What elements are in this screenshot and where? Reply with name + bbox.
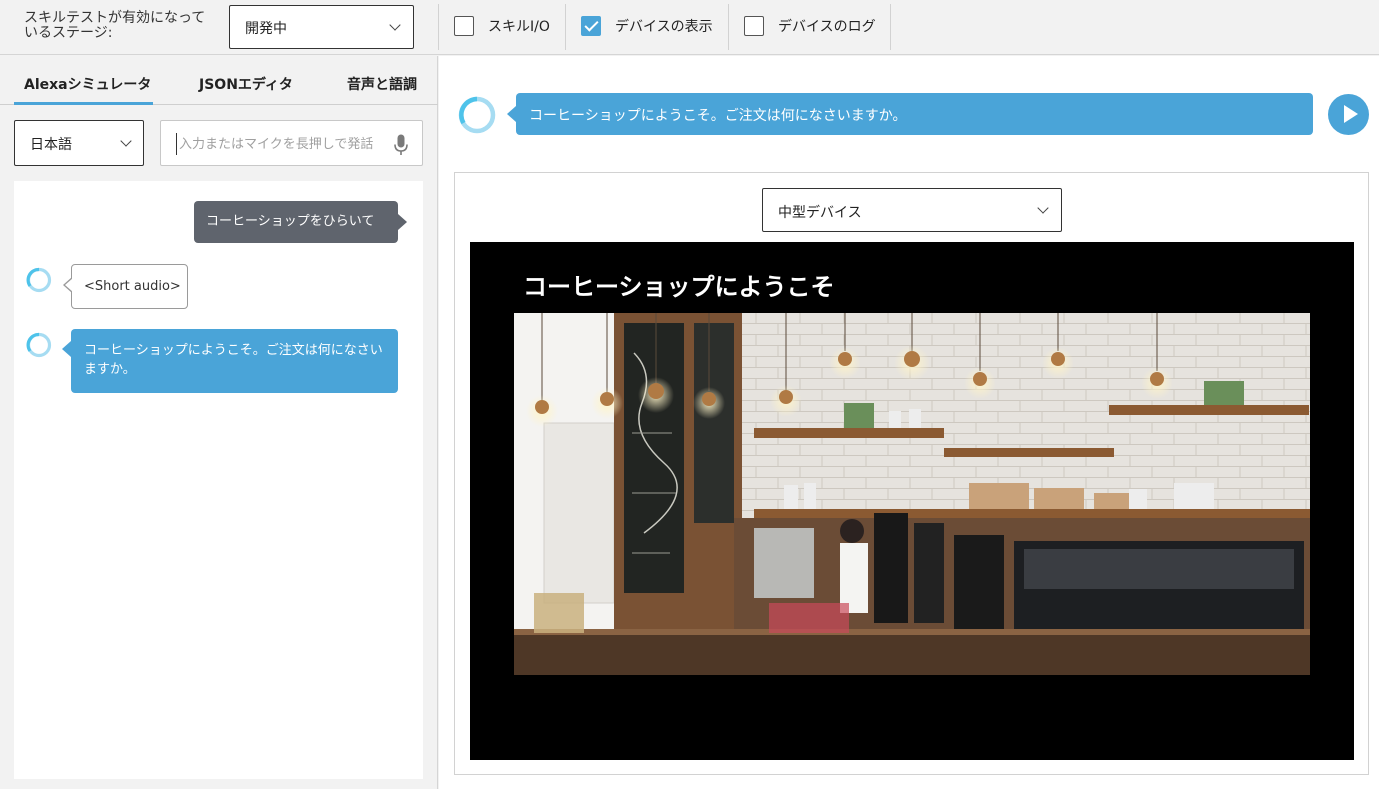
tab-bar: Alexaシミュレータ JSONエディタ 音声と語調 [0,56,438,105]
skill-io-checkbox[interactable]: スキルI/O [454,15,550,37]
device-size-select[interactable]: 中型デバイス [762,188,1062,232]
device-display-panel: 中型デバイス コーヒーショップにようこそ [454,172,1369,775]
alexa-ring-icon [458,96,496,134]
tab-json-editor[interactable]: JSONエディタ [199,74,293,94]
play-icon [1344,105,1358,123]
tab-alexa-simulator[interactable]: Alexaシミュレータ [24,74,151,94]
device-screen: コーヒーショップにようこそ [470,242,1354,760]
screen-title: コーヒーショップにようこそ [523,273,835,301]
checkbox-box[interactable] [744,16,764,36]
skill-io-label: スキルI/O [488,19,550,35]
toolbar-divider [728,4,729,50]
audio-message-bubble: <Short audio> [63,264,188,309]
toolbar-divider [890,4,891,50]
toolbar-divider [438,4,439,50]
chat-history: コーヒーショップをひらいて <Short audio> コーヒーショップにようこ… [14,181,423,779]
stage-label: スキルテストが有効になっているステージ: [24,10,206,41]
stage-select-value: 開発中 [245,21,287,37]
coffee-shop-photo [514,313,1310,675]
play-button[interactable] [1328,94,1369,135]
toolbar-divider [565,4,566,50]
alexa-ring-icon [26,267,52,293]
language-select[interactable]: 日本語 [14,120,144,166]
tab-voice-tone[interactable]: 音声と語調 [347,74,417,94]
device-size-value: 中型デバイス [778,205,862,221]
active-tab-indicator [14,102,153,105]
alexa-response-bubble: コーヒーショップにようこそ。ご注文は何になさいますか。 [507,93,1313,135]
chevron-down-icon [389,19,401,31]
user-message-bubble: コーヒーショップをひらいて [194,201,407,243]
device-display-checkbox[interactable]: デバイスの表示 [581,15,713,37]
language-select-value: 日本語 [30,137,72,153]
microphone-icon[interactable] [394,134,408,156]
stage-select[interactable]: 開発中 [229,5,414,49]
utterance-input[interactable] [176,133,376,155]
device-log-label: デバイスのログ [778,19,876,35]
checkbox-checked-icon[interactable] [581,16,601,36]
chevron-down-icon [1037,202,1049,214]
alexa-ring-icon [26,332,52,358]
alexa-message-bubble: コーヒーショップにようこそ。ご注文は何になさいますか。 [62,329,398,393]
checkbox-box[interactable] [454,16,474,36]
device-log-checkbox[interactable]: デバイスのログ [744,15,876,37]
top-toolbar: スキルテストが有効になっているステージ: 開発中 スキルI/O デバイスの表示 … [0,0,1379,55]
chevron-down-icon [120,135,132,147]
utterance-input-box [160,120,423,166]
device-panel-area: コーヒーショップにようこそ。ご注文は何になさいますか。 中型デバイス コーヒーシ… [439,56,1379,789]
simulator-panel: Alexaシミュレータ JSONエディタ 音声と語調 日本語 コーヒーショップを… [0,56,438,789]
device-display-label: デバイスの表示 [615,19,713,35]
